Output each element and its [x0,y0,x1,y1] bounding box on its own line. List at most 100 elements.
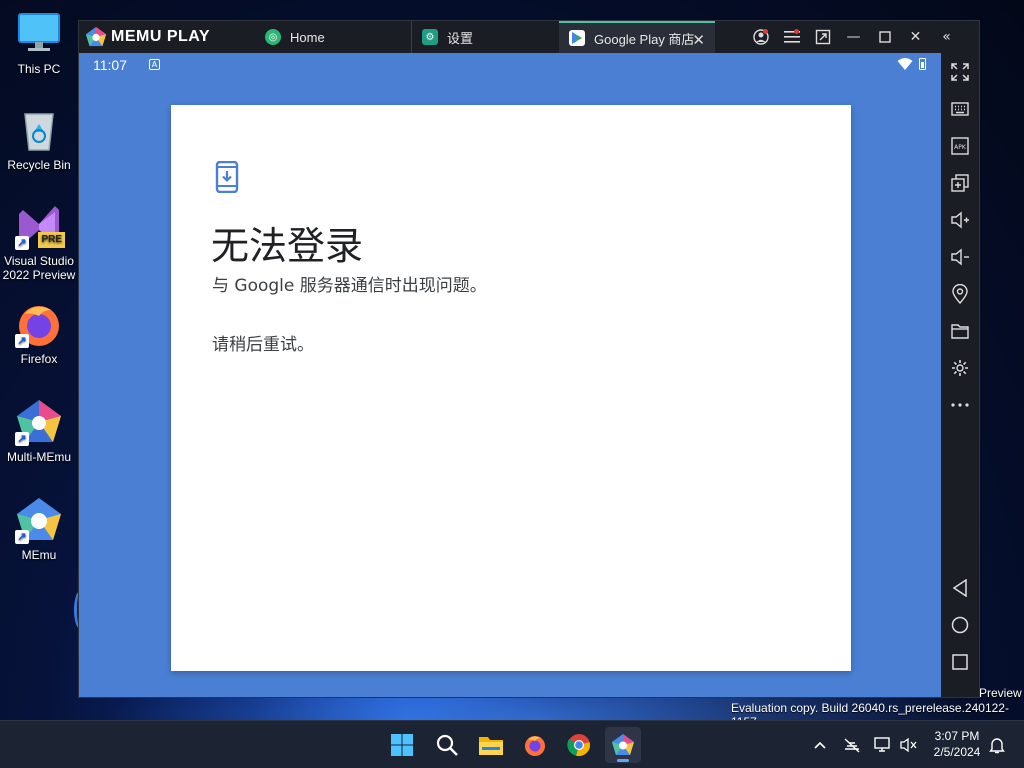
desktop-icon-label: MEmu [21,548,57,562]
watermark-preview: Preview [979,686,1022,700]
brand-name: MEMU PLAY [111,28,211,45]
settings-app-icon: ⚙ [422,29,438,45]
search-button[interactable] [429,727,465,763]
shortcut-arrow-icon: ↗ [15,236,29,250]
volume-muted-icon [900,737,917,753]
tab-label: 设置 [447,30,474,46]
shortcut-arrow-icon: ↗ [15,530,29,544]
location-button[interactable] [947,281,973,307]
double-chevron-left-icon: « [942,29,951,45]
keyboard-button[interactable] [947,96,973,122]
network-disconnected-icon [844,738,860,753]
firefox-taskbar-button[interactable] [517,727,553,763]
start-button[interactable] [384,727,420,763]
volume-down-button[interactable] [947,244,973,270]
wifi-icon [897,58,913,70]
desktop-icon-visual-studio[interactable]: PRE ↗ Visual Studio 2022 Preview [2,202,76,282]
tab-settings[interactable]: ⚙ 设置 [411,21,559,53]
firefox-icon [525,736,545,756]
maximize-button[interactable] [869,21,900,53]
dialog-message: 与 Google 服务器通信时出现问题。 [212,276,487,296]
file-explorer-button[interactable] [473,727,509,763]
home-circle-icon [951,616,969,634]
back-button[interactable] [947,575,973,601]
desktop-icon-firefox[interactable]: ↗ Firefox [2,300,76,366]
recents-button[interactable] [947,649,973,675]
apk-button[interactable]: APK [947,133,973,159]
battery-icon [919,58,926,70]
snap-button[interactable] [807,21,838,53]
close-icon: ✕ [909,29,922,45]
firefox-icon: ↗ [15,300,63,348]
snap-window-icon [815,29,830,45]
home-app-icon: ◎ [265,29,281,45]
desktop-icon-this-pc[interactable]: This PC [2,10,76,76]
pre-badge: PRE [38,232,65,248]
clock-date: 2/5/2024 [933,745,981,759]
recycle-bin-icon [15,106,63,154]
back-icon [952,579,967,597]
settings-button[interactable] [947,355,973,381]
dialog-retry-message: 请稍后重试。 [212,335,314,355]
volume-button[interactable] [898,721,920,768]
display-icon [874,737,890,752]
keyboard-icon [951,102,969,116]
home-button[interactable] [947,612,973,638]
file-explorer-icon [479,737,503,755]
close-button[interactable]: ✕ [900,21,931,53]
bell-icon [989,738,1005,754]
search-icon [436,734,458,756]
android-status-bar: 11:07 A [79,53,941,77]
play-store-icon [569,30,585,46]
folder-icon [951,324,969,339]
tab-label: Home [290,29,325,45]
network-button[interactable] [840,721,864,768]
chrome-icon [567,734,590,756]
notification-dot [794,29,799,34]
desktop-icon-multi-memu[interactable]: ↗ Multi-MEmu [2,398,76,464]
maximize-icon [878,31,891,43]
memu-icon: ↗ [15,496,63,544]
tab-google-play[interactable]: Google Play 商店 ✕ [559,21,715,53]
memu-brand: MEMU PLAY [79,21,251,53]
volume-up-button[interactable] [947,207,973,233]
notification-a-icon: A [149,59,160,70]
volume-down-icon [951,248,969,266]
more-button[interactable] [947,392,973,418]
shortcut-arrow-icon: ↗ [15,432,29,446]
memu-taskbar-button[interactable] [605,727,641,763]
phone-download-icon [215,161,239,193]
tab-home[interactable]: ◎ Home [251,21,411,53]
menu-button[interactable] [776,21,807,53]
android-screen: 11:07 A 无法登录 与 Google 服务器通信时出现问题。 请稍后重试。 [79,53,941,697]
multi-window-button[interactable] [947,170,973,196]
notifications-button[interactable] [986,721,1008,768]
desktop-icon-label: Recycle Bin [7,158,71,172]
shortcut-arrow-icon: ↗ [15,334,29,348]
svg-text:APK: APK [954,144,967,151]
display-button[interactable] [872,721,894,768]
desktop-icon-label: This PC [17,62,61,76]
fullscreen-button[interactable] [947,59,973,85]
memu-logo-icon [85,26,107,47]
minimize-button[interactable]: — [838,21,869,53]
desktop-icon-label: 2022 Preview [2,268,76,282]
visual-studio-icon: PRE ↗ [15,202,65,250]
desktop-icon-recycle-bin[interactable]: Recycle Bin [2,106,76,172]
android-time: 11:07 [93,57,127,73]
tab-close-icon[interactable]: ✕ [692,31,705,49]
desktop-icon-memu[interactable]: ↗ MEmu [2,496,76,562]
apk-icon: APK [951,137,969,155]
taskbar: 3:07 PM 2/5/2024 [0,720,1024,768]
minimize-icon: — [846,29,861,45]
collapse-sidebar-button[interactable]: « [931,21,962,53]
folder-button[interactable] [947,318,973,344]
multi-window-icon [951,174,969,192]
account-button[interactable] [745,21,776,53]
windows-logo-icon [391,734,413,756]
location-icon [952,284,968,304]
system-clock[interactable]: 3:07 PM 2/5/2024 [928,728,986,760]
show-hidden-icons-button[interactable] [810,721,830,768]
chrome-button[interactable] [561,727,597,763]
recents-square-icon [952,654,968,670]
